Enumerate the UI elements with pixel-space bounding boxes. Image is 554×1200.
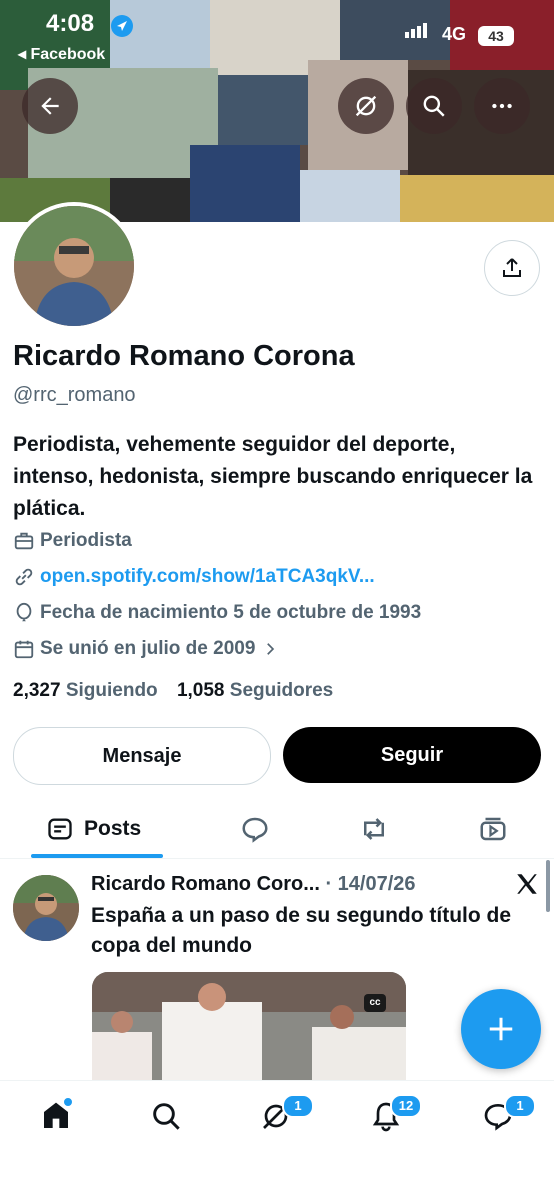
link-icon bbox=[15, 568, 33, 586]
back-to-app-link[interactable]: ◂ Facebook bbox=[18, 44, 105, 64]
banner-photo-tile bbox=[300, 170, 400, 222]
grok-button[interactable] bbox=[338, 78, 394, 134]
balloon-icon bbox=[16, 602, 32, 622]
grok-badge: 1 bbox=[282, 1094, 314, 1118]
media-icon bbox=[480, 817, 506, 841]
joined-row[interactable]: Se unió en julio de 2009 bbox=[13, 638, 284, 660]
arrow-left-icon bbox=[41, 97, 59, 115]
bottom-navigation: 1 12 1 bbox=[0, 1080, 554, 1200]
tab-replies[interactable] bbox=[240, 800, 270, 858]
notifications-badge: 12 bbox=[390, 1094, 422, 1118]
status-time: 4:08 bbox=[46, 10, 95, 37]
tab-posts[interactable]: Posts bbox=[46, 800, 141, 858]
post-media-photo bbox=[92, 972, 406, 1082]
compose-post-button[interactable] bbox=[461, 989, 541, 1069]
profile-avatar[interactable] bbox=[10, 202, 138, 330]
post-media-image[interactable]: cc bbox=[92, 972, 406, 1082]
search-icon bbox=[423, 95, 445, 117]
post-text: España a un paso de su segundo título de… bbox=[91, 904, 512, 957]
profile-name: Ricardo Romano Corona bbox=[13, 340, 355, 372]
banner-photo-tile bbox=[218, 75, 308, 145]
link-row[interactable]: open.spotify.com/show/1aTCA3qkV... bbox=[13, 566, 375, 588]
post-author-name[interactable]: Ricardo Romano Coro... bbox=[91, 873, 320, 895]
avatar-photo bbox=[14, 206, 134, 326]
avatar-photo bbox=[13, 875, 79, 941]
tab-reposts[interactable] bbox=[358, 800, 390, 858]
post-date[interactable]: · 14/07/26 bbox=[325, 873, 415, 895]
more-options-button[interactable] bbox=[474, 78, 530, 134]
follow-button[interactable]: Seguir bbox=[283, 727, 541, 783]
profession-row: Periodista bbox=[13, 530, 132, 552]
banner-photo-tile bbox=[110, 178, 190, 222]
followers-count[interactable]: 1,058 bbox=[177, 680, 225, 701]
birthday-row: Fecha de nacimiento 5 de octubre de 1993 bbox=[13, 602, 421, 624]
profile-bio: Periodista, vehemente seguidor del depor… bbox=[13, 433, 533, 520]
back-button[interactable] bbox=[22, 78, 78, 134]
plus-icon bbox=[489, 1017, 513, 1041]
profile-website-link[interactable]: open.spotify.com/show/1aTCA3qkV... bbox=[40, 566, 375, 588]
birthday-text: Fecha de nacimiento 5 de octubre de 1993 bbox=[40, 602, 422, 623]
profession-text: Periodista bbox=[40, 530, 132, 551]
search-icon bbox=[153, 1103, 180, 1130]
messages-badge: 1 bbox=[504, 1094, 536, 1118]
share-button[interactable] bbox=[484, 240, 540, 296]
nav-search[interactable] bbox=[144, 1096, 188, 1136]
search-profile-button[interactable] bbox=[406, 78, 462, 134]
nav-grok[interactable]: 1 bbox=[254, 1094, 314, 1136]
profile-handle: @rrc_romano bbox=[13, 384, 136, 406]
posts-icon bbox=[48, 818, 72, 840]
active-tab-indicator bbox=[31, 854, 163, 858]
tab-posts-label: Posts bbox=[84, 817, 142, 840]
chevron-right-icon bbox=[267, 643, 275, 655]
joined-text: Se unió en julio de 2009 bbox=[40, 638, 256, 659]
battery-icon: 43 bbox=[478, 26, 514, 46]
replies-icon bbox=[242, 817, 268, 843]
network-type: 4G bbox=[442, 24, 467, 44]
nav-messages[interactable]: 1 bbox=[476, 1094, 536, 1136]
cellular-signal-icon bbox=[405, 20, 429, 38]
nav-home[interactable] bbox=[34, 1096, 78, 1136]
follow-stats: 2,327 Siguiendo 1,058 Seguidores bbox=[13, 680, 333, 702]
x-logo-icon bbox=[514, 871, 540, 904]
calendar-icon bbox=[14, 640, 34, 659]
more-horizontal-icon bbox=[492, 103, 512, 109]
post-author-avatar[interactable] bbox=[13, 875, 79, 941]
tab-media[interactable] bbox=[478, 800, 508, 858]
scrollbar[interactable] bbox=[546, 860, 550, 912]
home-notification-dot bbox=[62, 1096, 74, 1108]
post-header: Ricardo Romano Coro... · 14/07/26 bbox=[91, 873, 416, 896]
retweets-icon bbox=[364, 818, 384, 840]
message-button[interactable]: Mensaje bbox=[13, 727, 271, 785]
banner-photo-tile bbox=[190, 145, 300, 222]
grok-icon bbox=[355, 95, 377, 117]
banner-photo-tile bbox=[400, 175, 554, 222]
nav-notifications[interactable]: 12 bbox=[364, 1094, 422, 1136]
profile-tabs: Posts bbox=[0, 800, 554, 859]
closed-captions-badge: cc bbox=[364, 994, 386, 1012]
location-arrow-icon bbox=[111, 15, 133, 37]
following-label[interactable]: Siguiendo bbox=[66, 680, 158, 701]
briefcase-icon bbox=[14, 532, 34, 550]
status-bar: 4:08 ◂ Facebook 4G 43 bbox=[0, 0, 554, 70]
following-count[interactable]: 2,327 bbox=[13, 680, 61, 701]
followers-label[interactable]: Seguidores bbox=[230, 680, 333, 701]
share-icon bbox=[503, 258, 521, 277]
